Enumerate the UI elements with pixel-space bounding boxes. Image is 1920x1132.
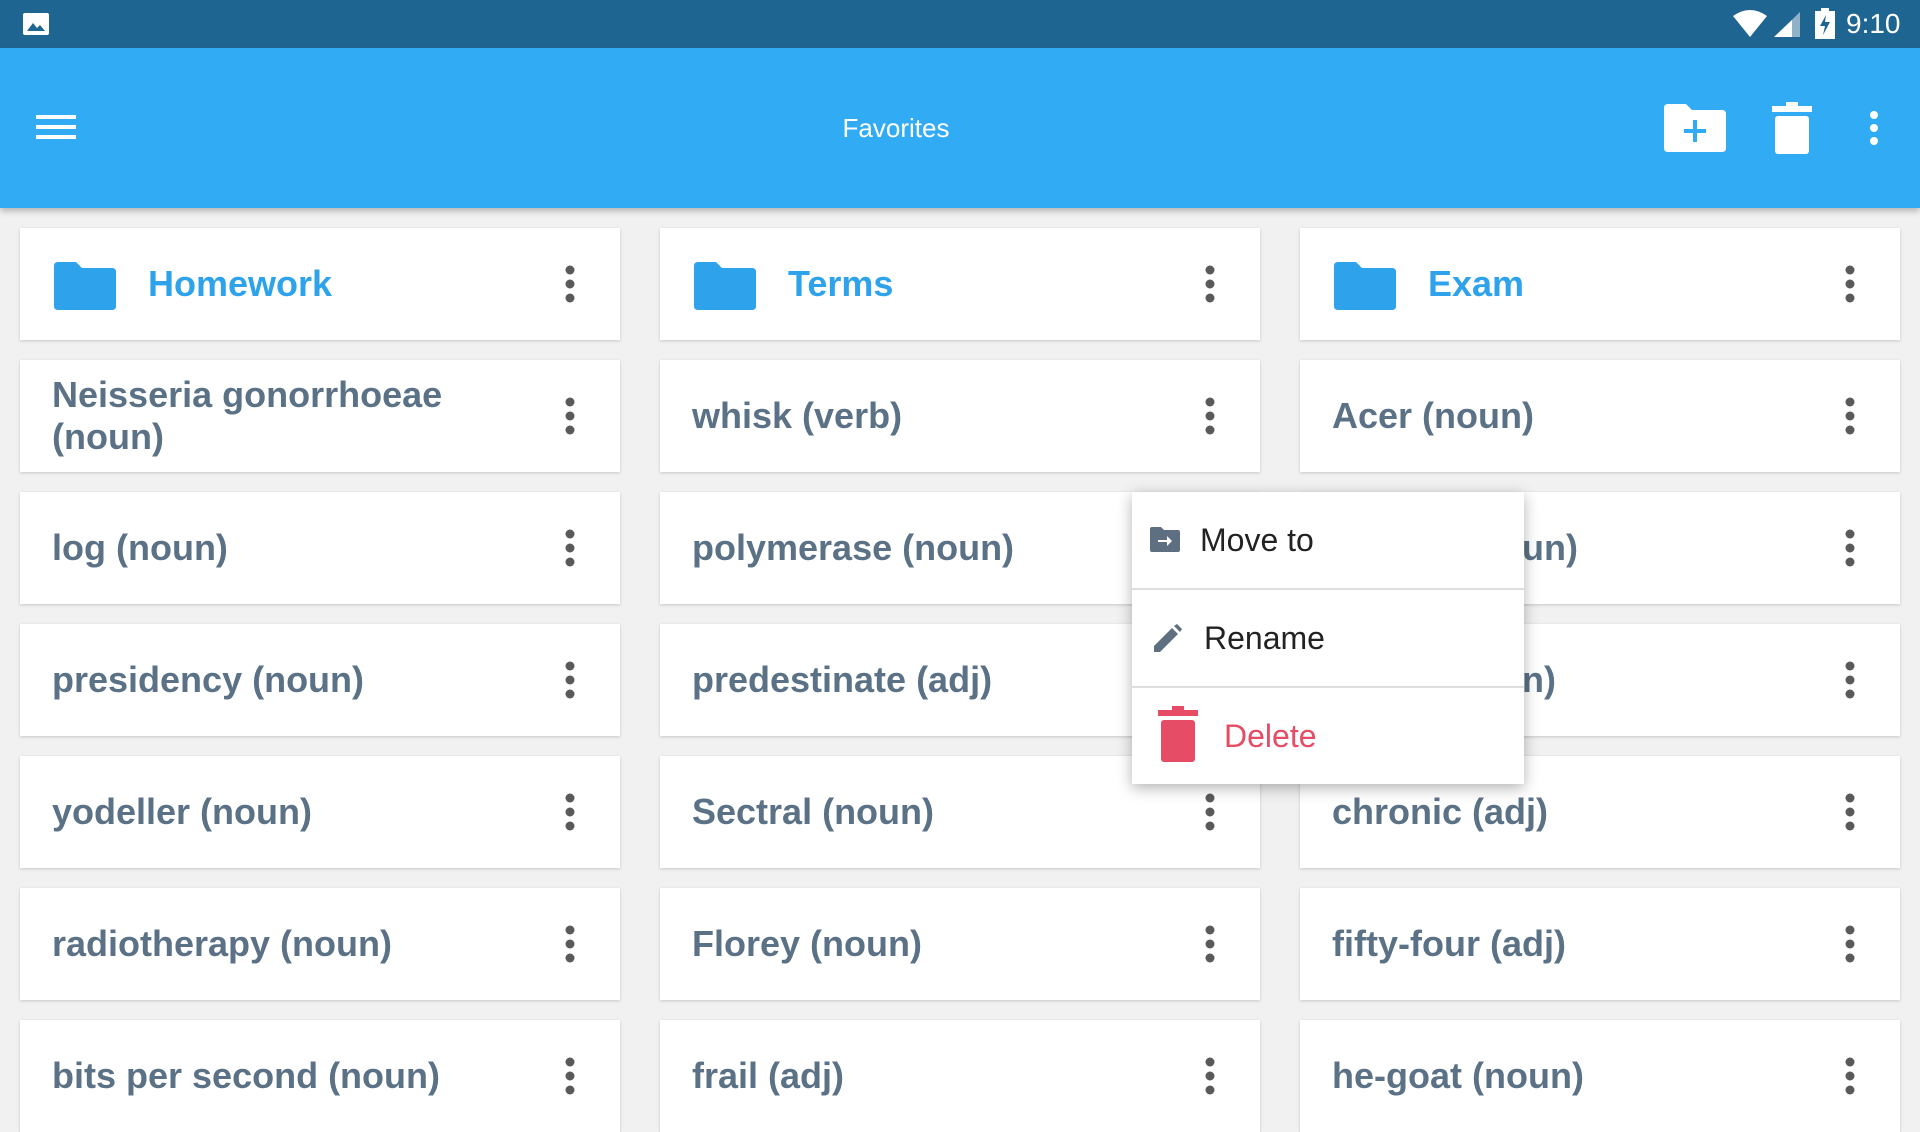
term-label: un) (1522, 527, 1578, 568)
more-options-icon[interactable] (1200, 1056, 1220, 1096)
overflow-menu-icon[interactable] (1862, 110, 1886, 146)
term-label: Acer (noun) (1332, 395, 1534, 436)
folder-icon (54, 262, 116, 310)
term-card[interactable]: fifty-four (adj) (1300, 888, 1900, 1000)
term-label: bits per second (noun) (52, 1055, 441, 1096)
term-card[interactable]: yodeller (noun) (20, 756, 620, 868)
term-card[interactable]: frail (adj) (660, 1020, 1260, 1132)
term-label: whisk (verb) (692, 395, 903, 436)
more-options-icon[interactable] (560, 396, 580, 436)
term-card[interactable]: presidency (noun) (20, 624, 620, 736)
folder-label: Homework (148, 263, 333, 304)
cell-signal-icon (1774, 12, 1800, 37)
folder-icon (1334, 262, 1396, 310)
more-options-icon[interactable] (1200, 264, 1220, 304)
more-options-icon[interactable] (560, 264, 580, 304)
battery-charging-icon (1815, 8, 1835, 39)
more-options-icon[interactable] (560, 660, 580, 700)
more-options-icon[interactable] (1840, 396, 1860, 436)
menu-item-rename[interactable]: Rename (1132, 590, 1524, 686)
term-label: radiotherapy (noun) (52, 923, 392, 964)
more-options-icon[interactable] (560, 1056, 580, 1096)
new-folder-icon[interactable] (1664, 102, 1726, 152)
menu-item-delete[interactable]: Delete (1132, 688, 1524, 784)
term-label: presidency (noun) (52, 659, 365, 700)
more-options-icon[interactable] (1200, 924, 1220, 964)
more-options-icon[interactable] (1840, 660, 1860, 700)
move-folder-icon (1150, 527, 1180, 552)
gallery-notification-icon (23, 13, 49, 35)
delete-trash-icon (1158, 706, 1198, 762)
term-card[interactable]: whisk (verb) (660, 360, 1260, 472)
trash-icon[interactable] (1772, 102, 1812, 154)
menu-item-label: Rename (1204, 619, 1325, 656)
more-options-icon[interactable] (560, 792, 580, 832)
pencil-icon (1154, 624, 1182, 652)
folder-icon (694, 262, 756, 310)
more-options-icon[interactable] (1200, 792, 1220, 832)
app-bar: Favorites (0, 48, 1920, 208)
more-options-icon[interactable] (1840, 528, 1860, 568)
term-label: log (noun) (52, 527, 228, 568)
menu-item-label: Move to (1200, 521, 1314, 558)
term-label: polymerase (noun) (692, 527, 1015, 568)
term-card[interactable]: radiotherapy (noun) (20, 888, 620, 1000)
term-label: Neisseria gonorrhoeae (noun) (52, 374, 443, 457)
term-card[interactable]: bits per second (noun) (20, 1020, 620, 1132)
term-label: frail (adj) (692, 1055, 845, 1096)
folder-card-exam[interactable]: Exam (1300, 228, 1900, 340)
term-label: n) (1522, 659, 1556, 700)
more-options-icon[interactable] (1840, 1056, 1860, 1096)
term-card[interactable]: Acer (noun) (1300, 360, 1900, 472)
term-label: fifty-four (adj) (1332, 923, 1566, 964)
more-options-icon[interactable] (1200, 396, 1220, 436)
term-card[interactable]: Neisseria gonorrhoeae (noun) (20, 360, 620, 472)
wifi-icon (1733, 10, 1767, 37)
term-label: yodeller (noun) (52, 791, 312, 832)
more-options-icon[interactable] (560, 528, 580, 568)
folder-label: Exam (1428, 263, 1525, 304)
folder-card-homework[interactable]: Homework (20, 228, 620, 340)
context-menu: Move to Rename Delete (1132, 492, 1524, 784)
folder-card-terms[interactable]: Terms (660, 228, 1260, 340)
menu-item-move-to[interactable]: Move to (1132, 492, 1524, 588)
term-label: Florey (noun) (692, 923, 922, 964)
term-card[interactable]: log (noun) (20, 492, 620, 604)
menu-item-label: Delete (1224, 717, 1317, 754)
status-time: 9:10 (1846, 8, 1901, 39)
more-options-icon[interactable] (1840, 924, 1860, 964)
term-card[interactable]: he-goat (noun) (1300, 1020, 1900, 1132)
folder-label: Terms (788, 263, 894, 304)
term-label: Sectral (noun) (692, 791, 935, 832)
more-options-icon[interactable] (1840, 792, 1860, 832)
page-title: Favorites (842, 113, 950, 143)
more-options-icon[interactable] (1840, 264, 1860, 304)
term-label: he-goat (noun) (1332, 1055, 1584, 1096)
term-card[interactable]: Florey (noun) (660, 888, 1260, 1000)
status-bar: 9:10 (0, 0, 1920, 48)
term-label: predestinate (adj) (692, 659, 993, 700)
more-options-icon[interactable] (560, 924, 580, 964)
